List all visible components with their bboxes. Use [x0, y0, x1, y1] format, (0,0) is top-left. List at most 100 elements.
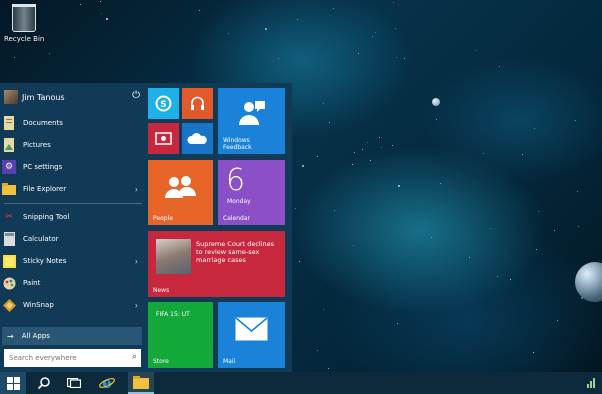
start-item-pictures[interactable]: Pictures [2, 135, 142, 155]
paint-icon [2, 276, 16, 290]
star [354, 152, 355, 153]
star [362, 149, 363, 150]
tray-network-icon[interactable] [584, 372, 598, 394]
taskbar-internet-explorer[interactable]: e [94, 372, 120, 394]
folder-icon [2, 182, 16, 196]
search-input[interactable]: Search everywhere ⌕ [4, 349, 141, 367]
star [533, 352, 534, 353]
star [295, 208, 296, 209]
star [367, 142, 368, 143]
calculator-icon [2, 232, 16, 246]
start-item-file-explorer[interactable]: File Explorer › [2, 179, 142, 199]
star [333, 8, 334, 9]
star [370, 160, 371, 161]
star [475, 50, 476, 51]
start-item-sticky-notes[interactable]: Sticky Notes › [2, 251, 142, 271]
tile-label: Mail [223, 358, 236, 365]
start-item-pc-settings[interactable]: ⚙ PC settings [2, 157, 142, 177]
user-account[interactable]: Jim Tanous ⏻ [4, 88, 142, 106]
taskbar-search-button[interactable] [32, 372, 56, 394]
arrow-right-icon: → [7, 331, 14, 341]
tile-calendar[interactable]: 6 Monday Calendar [218, 160, 285, 225]
windows-logo-icon [6, 376, 20, 390]
star [317, 350, 318, 351]
tile-label: Store [153, 358, 169, 365]
star [578, 226, 579, 227]
star [577, 191, 578, 192]
tile-people[interactable]: People [148, 160, 213, 225]
feedback-icon [236, 98, 266, 128]
star [381, 147, 382, 148]
task-view-button[interactable] [62, 372, 86, 394]
power-icon[interactable]: ⏻ [132, 90, 140, 101]
star [323, 309, 324, 310]
chevron-right-icon[interactable]: › [135, 185, 138, 194]
star [534, 128, 535, 129]
star [499, 66, 500, 67]
tile-video[interactable] [148, 123, 179, 154]
star [490, 228, 491, 229]
search-placeholder: Search everywhere [9, 354, 77, 362]
taskbar: e [0, 372, 602, 394]
star [398, 185, 400, 187]
tile-onedrive[interactable] [182, 123, 213, 154]
start-item-paint[interactable]: Paint [2, 273, 142, 293]
svg-text:S: S [160, 100, 166, 110]
star [581, 297, 583, 299]
star [302, 165, 304, 167]
star [352, 164, 353, 165]
star [101, 13, 102, 14]
tile-skype[interactable]: S [148, 88, 179, 119]
star [510, 279, 511, 280]
tile-news[interactable]: Supreme Court declines to review same-se… [148, 231, 285, 297]
star [396, 57, 397, 58]
tile-store[interactable]: FIFA 15: UT Store [148, 302, 213, 368]
tile-label: News [153, 287, 170, 294]
video-icon [155, 131, 172, 146]
calendar-day-number: 6 [226, 163, 246, 198]
start-item-label: WinSnap [23, 301, 54, 309]
start-item-documents[interactable]: Documents [2, 113, 142, 133]
star [431, 237, 432, 238]
tile-music[interactable] [182, 88, 213, 119]
star [329, 122, 330, 123]
star [375, 32, 376, 33]
star [358, 53, 359, 54]
user-name: Jim Tanous [22, 92, 65, 102]
cloud-icon [187, 132, 208, 145]
taskbar-file-explorer[interactable] [128, 372, 154, 394]
file-explorer-icon [133, 375, 149, 389]
all-apps-button[interactable]: → All Apps [2, 327, 142, 345]
start-item-winsnap[interactable]: WinSnap › [2, 295, 142, 315]
chevron-right-icon[interactable]: › [135, 301, 138, 310]
svg-text:e: e [102, 375, 112, 391]
star [404, 58, 405, 59]
recycle-bin-icon [12, 4, 36, 32]
star [297, 19, 298, 20]
news-headline: Supreme Court declines to review same-se… [196, 240, 275, 264]
star [334, 210, 335, 211]
start-item-label: Sticky Notes [23, 257, 67, 265]
chevron-right-icon[interactable]: › [135, 257, 138, 266]
star [497, 276, 498, 277]
star [538, 211, 539, 212]
avatar [4, 90, 18, 104]
store-promo: FIFA 15: UT [156, 311, 190, 318]
task-view-icon [67, 378, 81, 388]
tile-mail[interactable]: Mail [218, 302, 285, 368]
start-item-label: Documents [23, 119, 63, 127]
tile-windows-feedback[interactable]: Windows Feedback [218, 88, 285, 154]
all-apps-label: All Apps [21, 332, 50, 340]
star [522, 154, 523, 155]
star [393, 2, 394, 3]
start-item-label: PC settings [23, 163, 63, 171]
star [80, 4, 81, 5]
start-item-label: Paint [23, 279, 41, 287]
start-item-calculator[interactable]: Calculator [2, 229, 142, 249]
recycle-bin[interactable]: Recycle Bin [4, 4, 44, 43]
start-button[interactable] [0, 372, 26, 394]
star [554, 230, 555, 231]
mail-icon [235, 317, 268, 341]
start-item-snipping-tool[interactable]: ✂ Snipping Tool [2, 207, 142, 227]
menu-divider [4, 203, 142, 204]
